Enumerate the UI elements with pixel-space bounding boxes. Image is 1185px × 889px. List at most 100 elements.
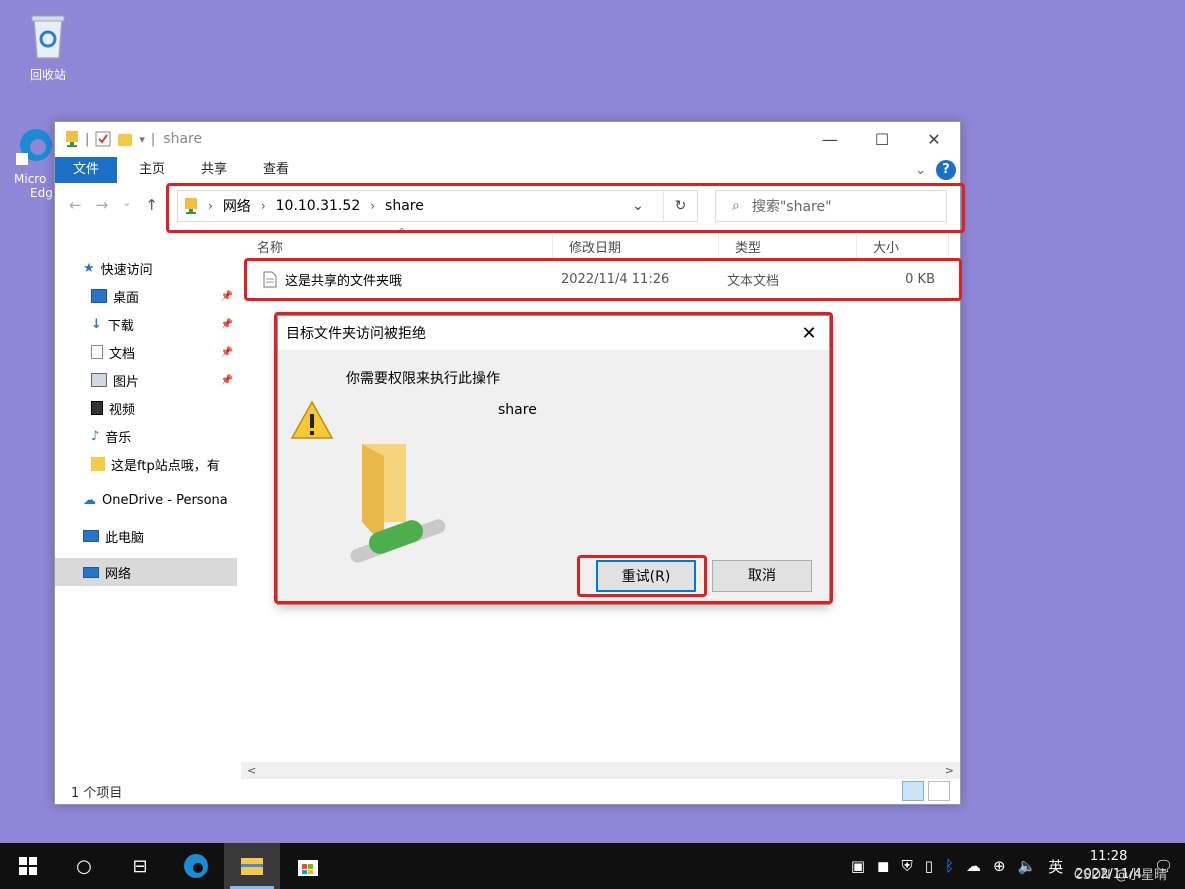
file-modified: 2022/11/4 11:26	[561, 271, 670, 287]
document-icon	[91, 345, 103, 359]
sidebar-item-documents[interactable]: 文档 📌	[55, 338, 237, 366]
refresh-icon[interactable]: ↻	[663, 191, 697, 221]
breadcrumb-network[interactable]: 网络	[223, 196, 251, 216]
edge-icon	[16, 129, 52, 165]
vm-icon[interactable]: ◼	[877, 857, 889, 875]
expand-ribbon-icon[interactable]: ⌄	[915, 163, 926, 178]
sidebar-item-label: 图片	[113, 374, 140, 390]
file-explorer-icon	[241, 858, 263, 875]
cancel-button[interactable]: 取消	[712, 560, 812, 592]
minimize-button[interactable]: —	[804, 130, 856, 149]
scroll-right-icon[interactable]: >	[945, 764, 954, 777]
network-folder-icon	[66, 131, 78, 147]
download-arrow-icon: ↓	[91, 316, 102, 332]
start-button[interactable]	[0, 843, 56, 889]
breadcrumb-folder[interactable]: share	[385, 198, 424, 214]
navigation-row: ← → ⌄ ↑ › 网络 › 10.10.31.52 › share ⌄ ↻ ⌕…	[55, 184, 960, 226]
tab-share[interactable]: 共享	[183, 157, 245, 183]
search-box[interactable]: ⌕ 搜索"share"	[715, 190, 947, 222]
cloud-icon: ☁	[83, 492, 96, 508]
task-view-button[interactable]: ⊟	[112, 843, 168, 889]
quick-access-toolbar: | ▾ |	[65, 130, 155, 148]
task-view-icon: ⊟	[132, 855, 148, 877]
back-arrow-icon[interactable]: ←	[69, 196, 82, 214]
breadcrumb-separator-icon: ›	[370, 199, 376, 213]
sidebar-item-onedrive[interactable]: ☁ OneDrive - Persona	[55, 486, 237, 514]
volume-icon[interactable]: 🔈	[1018, 857, 1037, 875]
taskbar-explorer-button[interactable]	[224, 843, 280, 889]
column-type[interactable]: 类型	[719, 234, 857, 260]
search-button[interactable]: ○	[56, 843, 112, 889]
pin-icon[interactable]: 📌	[221, 347, 233, 358]
properties-icon[interactable]	[95, 131, 111, 147]
sidebar-item-desktop[interactable]: 桌面 📌	[55, 282, 237, 310]
network-folder-icon	[350, 444, 446, 563]
sort-ascending-icon: ^	[397, 226, 407, 239]
tab-home[interactable]: 主页	[121, 157, 183, 183]
large-icons-view-icon[interactable]	[928, 781, 950, 801]
scroll-left-icon[interactable]: <	[247, 764, 256, 777]
sidebar-item-network[interactable]: 网络	[55, 558, 237, 586]
column-size[interactable]: 大小	[857, 234, 949, 260]
desktop-icon	[91, 289, 107, 303]
music-note-icon: ♪	[91, 428, 100, 444]
taskbar-store-button[interactable]	[280, 843, 336, 889]
watermark: CSDN @小星晴	[1073, 868, 1167, 883]
recent-chevron-icon[interactable]: ⌄	[122, 196, 131, 214]
vmware-tools-icon[interactable]: ▣	[851, 857, 865, 875]
sidebar-item-videos[interactable]: 视频	[55, 394, 237, 422]
network-globe-icon[interactable]: ⊕	[993, 857, 1006, 875]
up-arrow-icon[interactable]: ↑	[145, 196, 158, 214]
retry-button[interactable]: 重试(R)	[596, 560, 696, 592]
sidebar-item-label: 文档	[109, 346, 136, 362]
address-dropdown-icon[interactable]: ⌄	[623, 198, 653, 214]
sidebar-item-pictures[interactable]: 图片 📌	[55, 366, 237, 394]
access-denied-dialog: 目标文件夹访问被拒绝 ✕ 你需要权限来执行此操作 share 重试(R) 取消	[277, 315, 830, 605]
breadcrumb-separator-icon: ›	[208, 199, 213, 213]
sidebar-item-music[interactable]: ♪ 音乐	[55, 422, 237, 450]
sidebar-item-label: 音乐	[105, 430, 132, 446]
windows-logo-icon	[19, 857, 37, 875]
details-view-icon[interactable]	[902, 781, 924, 801]
security-icon[interactable]: ⛨	[901, 857, 912, 875]
tab-file[interactable]: 文件	[55, 157, 118, 183]
pin-icon[interactable]: 📌	[221, 375, 233, 386]
help-icon[interactable]: ?	[936, 160, 956, 180]
onedrive-icon[interactable]: ☁	[966, 857, 981, 875]
forward-arrow-icon[interactable]: →	[96, 196, 109, 214]
breadcrumb-host[interactable]: 10.10.31.52	[276, 198, 361, 214]
ribbon-tabs: 文件 主页 共享 查看 ⌄ ?	[55, 156, 960, 184]
tab-view[interactable]: 查看	[245, 157, 307, 183]
new-folder-icon[interactable]	[117, 131, 133, 147]
close-button[interactable]: ✕	[908, 130, 960, 149]
divider: |	[150, 131, 156, 147]
title-bar: | ▾ | share — ☐ ✕	[55, 122, 960, 156]
address-bar[interactable]: › 网络 › 10.10.31.52 › share ⌄ ↻	[177, 190, 698, 222]
sidebar-item-label: 桌面	[113, 290, 140, 306]
breadcrumb-separator-icon: ›	[260, 199, 266, 213]
star-icon: ★	[83, 260, 95, 276]
picture-icon	[91, 373, 107, 387]
edge-icon	[184, 854, 208, 878]
file-row[interactable]: 这是共享的文件夹哦 2022/11/4 11:26 文本文档 0 KB	[241, 264, 960, 294]
pin-icon[interactable]: 📌	[221, 291, 233, 302]
sidebar-item-downloads[interactable]: ↓ 下载 📌	[55, 310, 237, 338]
dialog-close-button[interactable]: ✕	[789, 323, 829, 344]
usb-icon[interactable]: ▯	[925, 857, 933, 875]
column-modified[interactable]: 修改日期	[553, 234, 719, 260]
input-language[interactable]: 英	[1048, 856, 1063, 877]
pin-icon[interactable]: 📌	[221, 319, 233, 330]
sidebar-item-this-pc[interactable]: 此电脑	[55, 522, 237, 550]
maximize-button[interactable]: ☐	[856, 130, 908, 149]
customize-toolbar-icon[interactable]: ▾	[139, 133, 145, 146]
bluetooth-icon[interactable]: ᛒ	[945, 857, 954, 875]
sidebar-item-quick-access[interactable]: ★ 快速访问	[55, 254, 237, 282]
horizontal-scrollbar[interactable]: < >	[241, 762, 960, 779]
sidebar-item-label: 下载	[107, 318, 134, 334]
search-icon: ⌕	[732, 198, 740, 214]
recycle-bin-icon[interactable]: 回收站	[20, 10, 76, 83]
taskbar-edge-button[interactable]	[168, 843, 224, 889]
item-count: 1 个项目	[71, 785, 123, 801]
sidebar-item-ftp-folder[interactable]: 这是ftp站点哦，有	[55, 450, 237, 478]
sidebar-item-label: 网络	[105, 566, 132, 582]
